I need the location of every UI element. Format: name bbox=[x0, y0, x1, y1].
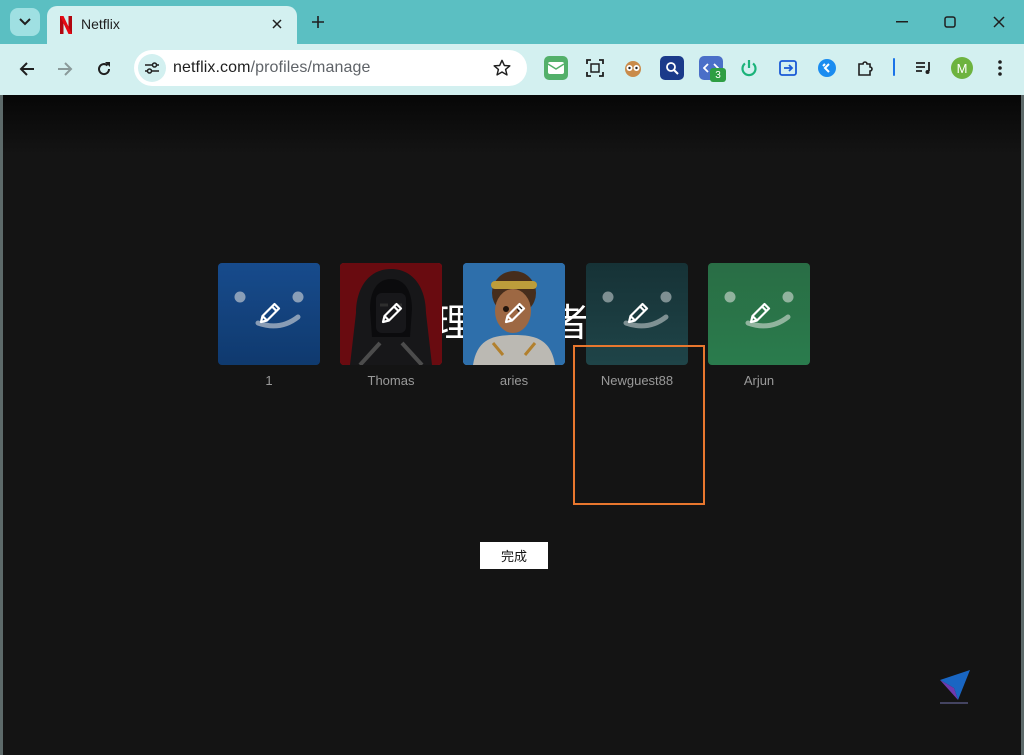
toolbar-divider bbox=[893, 58, 895, 76]
chevron-down-icon bbox=[19, 18, 31, 26]
address-bar[interactable]: netflix.com/profiles/manage bbox=[134, 50, 527, 86]
extensions-puzzle-icon[interactable] bbox=[854, 56, 878, 80]
owl-extension-icon[interactable] bbox=[621, 56, 645, 80]
profile-avatar-image[interactable] bbox=[708, 263, 810, 365]
forward-icon[interactable] bbox=[50, 54, 80, 84]
power-extension-icon[interactable] bbox=[737, 56, 761, 80]
pencil-edit-icon[interactable] bbox=[625, 300, 651, 326]
close-tab-icon[interactable] bbox=[267, 14, 287, 34]
pencil-edit-icon[interactable] bbox=[502, 300, 528, 326]
profile-avatar-image[interactable] bbox=[340, 263, 442, 365]
tab-title: Netflix bbox=[81, 16, 120, 32]
profile-item[interactable]: aries bbox=[463, 263, 565, 388]
profile-name[interactable]: Thomas bbox=[340, 373, 442, 388]
bookmark-star-icon[interactable] bbox=[491, 57, 513, 79]
extension-badge: 3 bbox=[710, 68, 726, 82]
url-host: netflix.com bbox=[173, 59, 251, 76]
pencil-edit-icon[interactable] bbox=[379, 300, 405, 326]
translate-extension-icon[interactable] bbox=[776, 56, 800, 80]
profile-avatar-image[interactable] bbox=[463, 263, 565, 365]
profile-item[interactable]: 1 bbox=[218, 263, 320, 388]
profile-avatar[interactable]: M bbox=[951, 57, 973, 79]
profile-name[interactable]: 1 bbox=[218, 373, 320, 388]
back-icon[interactable] bbox=[12, 54, 42, 84]
url-text: netflix.com/profiles/manage bbox=[173, 59, 370, 77]
profile-item[interactable]: Arjun bbox=[708, 263, 810, 388]
netflix-favicon-icon bbox=[60, 16, 72, 34]
tab-search-button[interactable] bbox=[10, 8, 40, 36]
profile-name[interactable]: Arjun bbox=[708, 373, 810, 388]
profile-list: 1 Thomas aries Newguest88 Arjun bbox=[215, 263, 815, 413]
new-tab-icon[interactable] bbox=[306, 10, 330, 34]
mail-extension-icon[interactable] bbox=[544, 56, 568, 80]
profile-avatar-image[interactable] bbox=[218, 263, 320, 365]
site-info-icon[interactable] bbox=[138, 54, 166, 82]
browser-chrome: Netflix netflix.com/profiles/manage bbox=[0, 0, 1024, 95]
profile-name[interactable]: aries bbox=[463, 373, 565, 388]
minimize-icon[interactable] bbox=[882, 8, 922, 36]
profile-item[interactable]: Thomas bbox=[340, 263, 442, 388]
url-path: /profiles/manage bbox=[250, 59, 371, 76]
maximize-icon[interactable] bbox=[930, 8, 970, 36]
browser-menu-icon[interactable] bbox=[990, 57, 1010, 79]
done-button[interactable]: 完成 bbox=[480, 542, 548, 569]
pencil-edit-icon[interactable] bbox=[257, 300, 283, 326]
tab-netflix[interactable]: Netflix bbox=[47, 6, 297, 44]
highlight-box bbox=[573, 345, 705, 505]
tab-strip: Netflix bbox=[0, 0, 1024, 44]
shazam-extension-icon[interactable] bbox=[815, 56, 839, 80]
reload-icon[interactable] bbox=[89, 54, 119, 84]
search-extension-icon[interactable] bbox=[660, 56, 684, 80]
watermark-logo-icon bbox=[940, 670, 970, 704]
screenshot-extension-icon[interactable] bbox=[583, 56, 607, 80]
close-window-icon[interactable] bbox=[979, 8, 1019, 36]
netflix-page: 管理使用者： bbox=[3, 95, 1021, 751]
media-control-icon[interactable] bbox=[912, 56, 936, 80]
pencil-edit-icon[interactable] bbox=[747, 300, 773, 326]
